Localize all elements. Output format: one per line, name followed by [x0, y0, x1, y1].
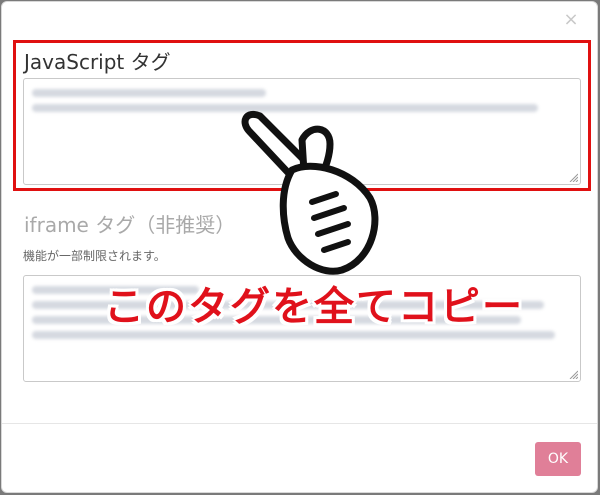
resize-grip-icon[interactable] [568, 369, 578, 379]
resize-grip-icon[interactable] [568, 172, 578, 182]
pointing-hand-icon [241, 111, 379, 275]
code-line [32, 331, 555, 339]
iframe-section-title: iframe タグ（非推奨） [24, 213, 236, 237]
js-section-title: JavaScript タグ [24, 50, 171, 74]
copy-instruction-callout: このタグを全てコピー [104, 284, 524, 330]
iframe-section-note: 機能が一部制限されます。 [23, 249, 166, 263]
code-line [32, 89, 266, 97]
footer-divider [2, 423, 597, 424]
close-icon[interactable]: × [563, 11, 579, 29]
ok-button[interactable]: OK [535, 442, 581, 476]
